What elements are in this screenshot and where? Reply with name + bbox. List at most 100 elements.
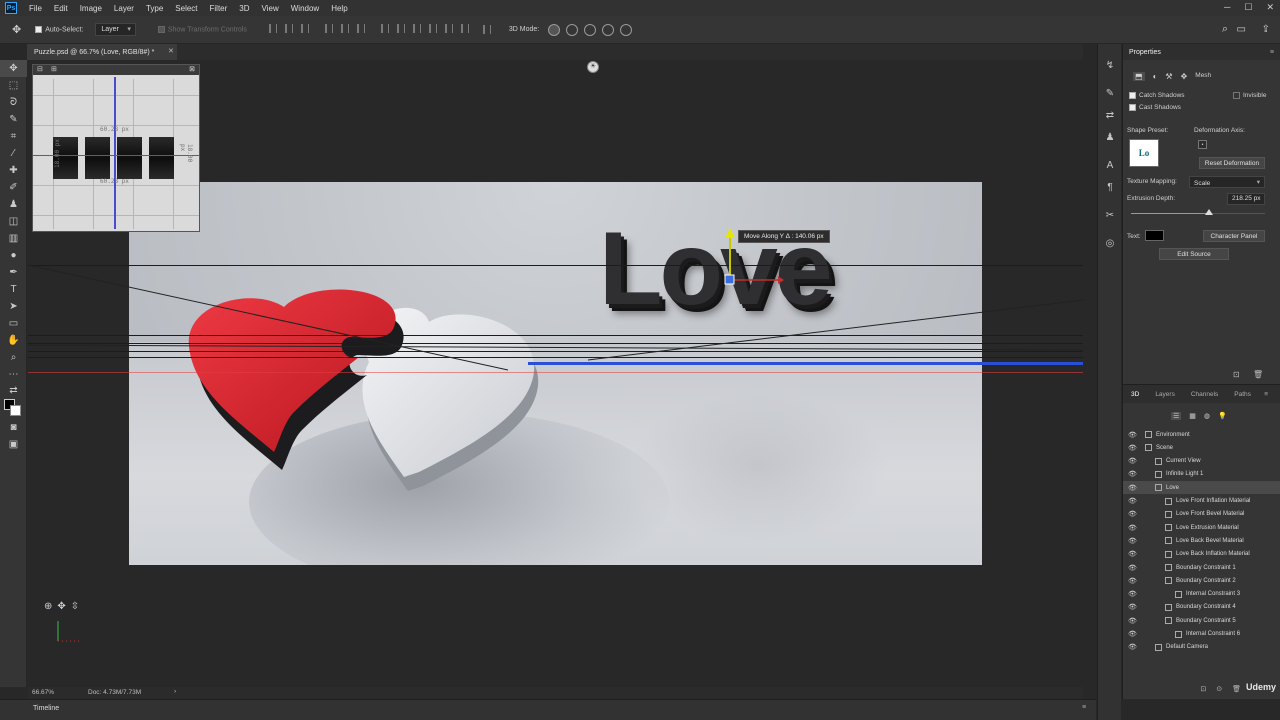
render-icon[interactable]: ⊡: [1233, 370, 1240, 379]
color-swatches[interactable]: [0, 397, 26, 419]
extrusion-depth-field[interactable]: 218.25 px: [1227, 193, 1265, 205]
layer-row[interactable]: 👁 Love Back Bevel Material: [1123, 534, 1280, 547]
orbit-camera-icon[interactable]: ⊕: [44, 601, 52, 612]
layer-row[interactable]: 👁 Boundary Constraint 2: [1123, 574, 1280, 587]
deformation-axis-widget[interactable]: •: [1198, 140, 1207, 149]
visibility-eye-icon[interactable]: 👁: [1128, 431, 1137, 439]
hand-tool-icon[interactable]: ✋: [0, 332, 27, 349]
visibility-eye-icon[interactable]: 👁: [1128, 630, 1137, 638]
layer-row[interactable]: 👁 Boundary Constraint 1: [1123, 561, 1280, 574]
menu-image[interactable]: Image: [80, 4, 102, 13]
catch-shadows-checkbox[interactable]: Catch Shadows: [1129, 92, 1185, 99]
shape-preset-thumbnail[interactable]: Lo: [1129, 139, 1159, 167]
visibility-eye-icon[interactable]: 👁: [1128, 577, 1137, 585]
tab-3d[interactable]: 3D: [1123, 391, 1147, 398]
layer-row[interactable]: 👁 Love Extrusion Material: [1123, 521, 1280, 534]
show-transform-controls[interactable]: Show Transform Controls: [157, 25, 247, 33]
new-light-icon[interactable]: ⊡: [1200, 685, 1206, 700]
healing-tool-icon[interactable]: ✚: [0, 162, 27, 179]
minimize-icon[interactable]: ─: [1224, 2, 1230, 13]
pan-camera-icon[interactable]: ✥: [57, 601, 65, 612]
history-icon[interactable]: ↯: [1098, 54, 1122, 76]
visibility-eye-icon[interactable]: 👁: [1128, 617, 1137, 625]
shape-tool-icon[interactable]: ▭: [0, 315, 27, 332]
texture-mapping-dropdown[interactable]: Scale: [1189, 176, 1265, 188]
align-bottom-icon[interactable]: [356, 24, 365, 33]
tab-layers[interactable]: Layers: [1147, 391, 1183, 398]
dolly-camera-icon[interactable]: ⇳: [71, 601, 79, 612]
render-icon[interactable]: ⊙: [1216, 685, 1222, 700]
menu-type[interactable]: Type: [146, 4, 163, 13]
visibility-eye-icon[interactable]: 👁: [1128, 510, 1137, 518]
visibility-eye-icon[interactable]: 👁: [1128, 457, 1137, 465]
lasso-tool-icon[interactable]: ᘐ: [0, 94, 27, 111]
layer-row[interactable]: 👁 Love Back Inflation Material: [1123, 548, 1280, 561]
distribute-left-icon[interactable]: [428, 24, 437, 33]
tools-settings-icon[interactable]: ✂: [1098, 204, 1122, 226]
layer-row[interactable]: 👁 Internal Constraint 6: [1123, 628, 1280, 641]
stamp-tool-icon[interactable]: ♟: [0, 196, 27, 213]
visibility-eye-icon[interactable]: 👁: [1128, 603, 1137, 611]
auto-align-icon[interactable]: [482, 25, 491, 34]
zoom-tool-icon[interactable]: ⌕: [0, 349, 27, 366]
menu-window[interactable]: Window: [291, 4, 319, 13]
menu-3d[interactable]: 3D: [239, 4, 249, 13]
menu-edit[interactable]: Edit: [54, 4, 68, 13]
paragraph-icon[interactable]: ¶: [1098, 176, 1122, 198]
panel-menu-icon[interactable]: ≡: [1270, 49, 1274, 56]
orbit-3d-icon[interactable]: [548, 23, 561, 36]
eraser-tool-icon[interactable]: ◫: [0, 213, 27, 230]
distribute-top-icon[interactable]: [380, 24, 389, 33]
brush-settings-icon[interactable]: ✎: [1098, 82, 1122, 104]
scale-3d-icon[interactable]: [620, 23, 633, 36]
auto-select-dropdown[interactable]: Layer: [95, 23, 136, 36]
tab-close-icon[interactable]: ✕: [168, 47, 174, 55]
character-panel-button[interactable]: Character Panel: [1203, 230, 1265, 242]
close-icon[interactable]: ✕: [1266, 2, 1274, 13]
screen-mode-icon[interactable]: ▣: [0, 436, 27, 453]
layer-row[interactable]: 👁 Love: [1123, 481, 1280, 495]
layer-row[interactable]: 👁 Boundary Constraint 4: [1123, 601, 1280, 614]
document-tab[interactable]: Puzzle.psd @ 66.7% (Love, RGB/8#) *: [27, 44, 177, 60]
tab-paths[interactable]: Paths: [1226, 391, 1259, 398]
align-left-icon[interactable]: [268, 24, 277, 33]
visibility-eye-icon[interactable]: 👁: [1128, 524, 1137, 532]
distribute-middle-icon[interactable]: [396, 24, 405, 33]
quick-mask-icon[interactable]: ◙: [0, 419, 27, 436]
coordinates-tab-icon[interactable]: ✥: [1181, 72, 1188, 81]
canvas-workspace[interactable]: Love Move Along Y Δ : 140.06 px ☀ ⊟ ⊞ ⊠: [28, 60, 1083, 687]
delete-icon[interactable]: 🗑: [1232, 685, 1241, 700]
camera-view-icon[interactable]: ⊞: [51, 65, 57, 73]
whole-scene-filter-icon[interactable]: ☰: [1171, 412, 1182, 420]
lights-filter-icon[interactable]: 💡: [1218, 412, 1227, 420]
workspace-icon[interactable]: ▭: [1237, 24, 1246, 35]
distribute-bottom-icon[interactable]: [412, 24, 421, 33]
visibility-eye-icon[interactable]: 👁: [1128, 590, 1137, 598]
move-tool-icon[interactable]: ✥: [12, 23, 21, 36]
roll-3d-icon[interactable]: [566, 23, 579, 36]
more-tools-icon[interactable]: ⋯: [0, 366, 27, 383]
background-color[interactable]: [10, 405, 21, 416]
cast-shadows-checkbox[interactable]: Cast Shadows: [1129, 104, 1181, 111]
share-icon[interactable]: ⇪: [1262, 24, 1270, 35]
light-source-icon[interactable]: ☀: [587, 61, 599, 73]
layer-row[interactable]: 👁 Default Camera: [1123, 641, 1280, 654]
extrusion-slider-track[interactable]: [1131, 209, 1265, 215]
layer-row[interactable]: 👁 Internal Constraint 3: [1123, 588, 1280, 601]
visibility-eye-icon[interactable]: 👁: [1128, 444, 1137, 452]
type-tool-icon[interactable]: T: [0, 281, 27, 298]
cap-tab-icon[interactable]: ⚒: [1165, 72, 1172, 81]
visibility-eye-icon[interactable]: 👁: [1128, 643, 1137, 651]
marquee-tool-icon[interactable]: ⬚: [0, 77, 27, 94]
layer-row[interactable]: 👁 Love Front Inflation Material: [1123, 495, 1280, 508]
mesh-tab-icon[interactable]: ⬒: [1133, 72, 1145, 81]
materials-filter-icon[interactable]: ◍: [1204, 412, 1210, 420]
text-color-swatch[interactable]: [1145, 230, 1164, 241]
layer-row[interactable]: 👁 Love Front Bevel Material: [1123, 508, 1280, 521]
distribute-center-icon[interactable]: [444, 24, 453, 33]
clone-source-icon[interactable]: ♟: [1098, 126, 1122, 148]
menu-select[interactable]: Select: [175, 4, 197, 13]
menu-filter[interactable]: Filter: [210, 4, 228, 13]
menu-layer[interactable]: Layer: [114, 4, 134, 13]
secondary-view-window[interactable]: ⊟ ⊞ ⊠ 60.28 px 60.28 px 18.00 px 18.00 p…: [32, 64, 200, 232]
